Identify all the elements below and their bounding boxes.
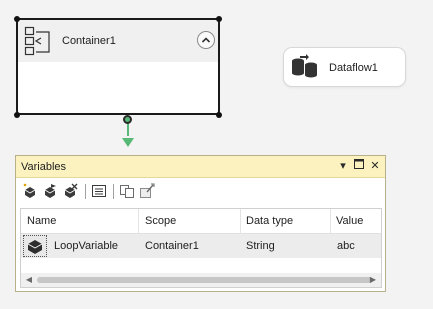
toolbar-separator <box>85 184 86 199</box>
selection-handle[interactable] <box>14 16 20 22</box>
container-task[interactable]: Container1 <box>16 18 220 115</box>
variables-grid: Name Scope Data type Value LoopVariable … <box>20 208 382 288</box>
delete-variable-icon[interactable] <box>62 183 78 199</box>
selection-handle[interactable] <box>216 112 222 118</box>
scroll-right-icon[interactable]: ▶ <box>368 275 378 285</box>
selection-handle[interactable] <box>216 16 222 22</box>
variables-toolbar <box>16 180 385 202</box>
variables-title: Variables <box>21 161 67 173</box>
add-variable-icon[interactable] <box>22 183 38 199</box>
connector-arrow-icon <box>122 135 134 153</box>
parameterize-icon[interactable] <box>139 183 155 199</box>
dataflow-task[interactable]: Dataflow1 <box>283 47 406 87</box>
cell-name[interactable]: LoopVariable <box>54 240 118 252</box>
column-header-data-type[interactable]: Data type <box>246 215 293 227</box>
table-row[interactable]: LoopVariable Container1 String abc <box>21 234 381 258</box>
toolbar-separator <box>113 184 114 199</box>
column-header-name[interactable]: Name <box>27 215 56 227</box>
move-variable-icon[interactable] <box>42 183 58 199</box>
variables-window: Variables ▾ ✕ Name Scope Data type Value… <box>15 155 386 292</box>
cell-data-type[interactable]: String <box>246 240 275 252</box>
container-title: Container1 <box>62 35 116 47</box>
horizontal-scrollbar[interactable]: ◀ ▶ <box>21 273 381 287</box>
variable-icon[interactable] <box>23 235 47 257</box>
dropdown-arrow-icon[interactable]: ▾ <box>336 159 350 173</box>
cell-scope[interactable]: Container1 <box>145 240 199 252</box>
scroll-left-icon[interactable]: ◀ <box>24 275 34 285</box>
connector-handle[interactable] <box>123 115 132 124</box>
dataflow-icon <box>290 54 320 85</box>
column-header-value[interactable]: Value <box>336 215 363 227</box>
grid-options-icon[interactable] <box>91 183 107 199</box>
variables-titlebar[interactable]: Variables ▾ ✕ <box>16 156 385 178</box>
dataflow-title: Dataflow1 <box>329 62 378 74</box>
cell-value[interactable]: abc <box>337 240 355 252</box>
close-icon[interactable]: ✕ <box>368 159 382 173</box>
selection-handle[interactable] <box>14 112 20 118</box>
column-divider[interactable] <box>138 209 139 234</box>
chevron-up-icon[interactable] <box>197 31 215 49</box>
copy-icon[interactable] <box>119 183 135 199</box>
scroll-thumb[interactable] <box>37 277 373 283</box>
column-divider[interactable] <box>240 209 241 234</box>
column-header-scope[interactable]: Scope <box>145 215 176 227</box>
column-divider[interactable] <box>330 209 331 234</box>
container-icon <box>24 26 52 61</box>
grid-header: Name Scope Data type Value <box>21 209 381 234</box>
restore-window-icon[interactable] <box>352 159 366 173</box>
